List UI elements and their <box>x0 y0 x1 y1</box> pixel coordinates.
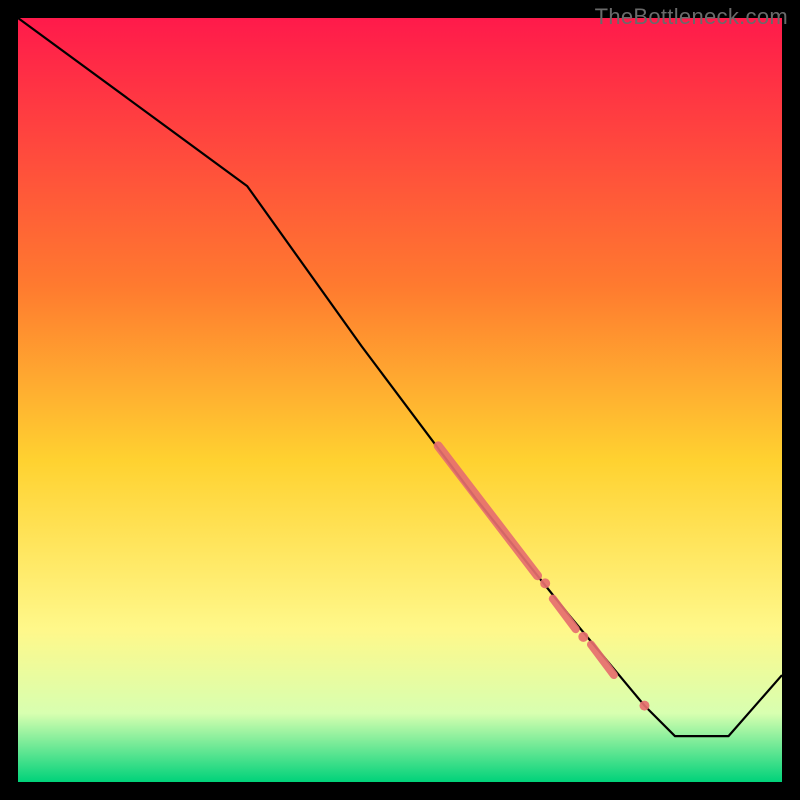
highlight-dot <box>639 701 649 711</box>
bottleneck-chart <box>0 0 800 800</box>
highlight-dot <box>578 632 588 642</box>
highlight-dot <box>540 578 550 588</box>
plot-area <box>18 18 782 782</box>
chart-container: TheBottleneck.com <box>0 0 800 800</box>
watermark-text: TheBottleneck.com <box>595 4 788 30</box>
